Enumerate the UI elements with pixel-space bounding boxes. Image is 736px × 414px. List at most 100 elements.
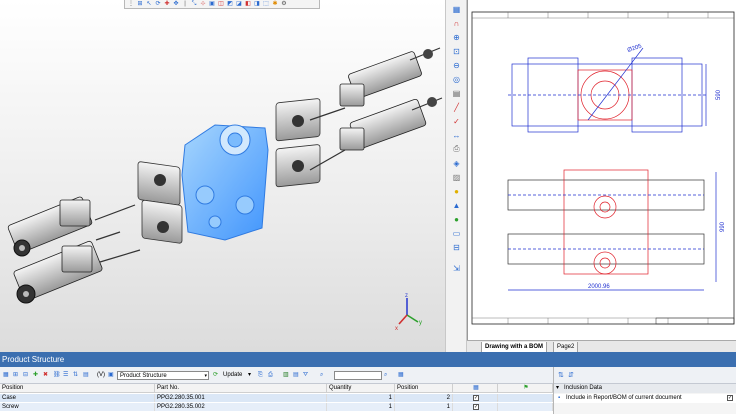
bom-icon[interactable]: ⊟	[450, 241, 463, 253]
front-view	[507, 169, 717, 291]
note-icon[interactable]: ●	[450, 185, 463, 197]
exploded-assembly-view: z y x	[7, 47, 443, 332]
column-header-include-icon[interactable]: ▦	[453, 384, 498, 393]
wireframe-icon[interactable]: ⬚	[262, 1, 270, 8]
table-row[interactable]: Case PPG2.280.35.001 1 2 ✓	[0, 394, 553, 402]
report-icon[interactable]: ▤	[293, 371, 299, 380]
settings-icon[interactable]: ⚙	[280, 1, 288, 8]
update-dropdown-icon[interactable]: ▾	[248, 371, 251, 380]
width-dimension: 2000.96	[588, 284, 610, 290]
zoom-out-icon[interactable]: ⊖	[450, 59, 463, 71]
add-icon[interactable]: ✚	[33, 371, 38, 380]
pan-icon[interactable]: ✥	[172, 1, 180, 8]
find-icon[interactable]: ⌕	[320, 371, 323, 380]
cube-red-icon[interactable]: ◫	[217, 1, 225, 8]
tree-icon[interactable]: ▦	[3, 371, 9, 380]
row-include-checkbox[interactable]: ✓	[453, 394, 498, 402]
row-name: Case	[0, 394, 155, 402]
delete-icon[interactable]: ✖	[43, 371, 48, 380]
cube-front-icon[interactable]: ▣	[208, 1, 216, 8]
property-row[interactable]: ▪ Include in Report/BOM of current docum…	[554, 394, 736, 403]
property-group[interactable]: ▾ Inclusion Data	[554, 384, 736, 393]
collapse-icon[interactable]: ⊟	[23, 371, 28, 380]
measure-icon[interactable]: ⊹	[199, 1, 207, 8]
height-dimension-bottom: 990	[720, 221, 726, 232]
row-part-no: PPG2.280.35.001	[155, 394, 327, 402]
column-header-position[interactable]: Position	[395, 384, 453, 393]
row-position[interactable]: 2	[395, 394, 453, 402]
axis-label-y: y	[419, 320, 422, 326]
height-dimension-top: 590	[716, 89, 722, 100]
rotate-icon[interactable]: ⟳	[154, 1, 162, 8]
table-icon[interactable]: ▦	[450, 3, 463, 15]
shade-icon[interactable]: ◨	[253, 1, 261, 8]
search-input[interactable]	[334, 371, 382, 380]
select-icon[interactable]: ↖	[145, 1, 153, 8]
layout-icon[interactable]: ▦	[398, 371, 404, 380]
row-position[interactable]: 1	[395, 403, 453, 411]
diameter-dimension: Ø205	[627, 43, 643, 53]
row-include-checkbox[interactable]: ✓	[453, 403, 498, 411]
technical-drawing: Ø205 590 2000.96 990	[471, 11, 735, 325]
dimension-icon[interactable]: ↔	[450, 129, 463, 141]
property-checkbox[interactable]: ✓	[727, 395, 733, 401]
list-icon[interactable]: ☰	[63, 371, 68, 380]
zoom-extents-icon[interactable]: ◎	[450, 73, 463, 85]
line-icon[interactable]: ╱	[450, 101, 463, 113]
print-icon[interactable]: ⎙	[450, 143, 463, 155]
view-toolbar: ⋮ ⊞ ↖ ⟳ ✚ ✥ | ⤡ ⊹ ▣ ◫ ◩ ◪ ◧ ◨ ⬚ ✱ ⚙	[124, 0, 320, 9]
sort-icon[interactable]: ⇅	[73, 371, 78, 380]
export-icon[interactable]: ⇲	[450, 262, 463, 274]
zoom-in-icon[interactable]: ⊕	[450, 31, 463, 43]
property-label: Include in Report/BOM of current documen…	[566, 395, 682, 401]
collapse-icon[interactable]: ▾	[556, 384, 559, 393]
expand-icon[interactable]: ⊞	[13, 371, 18, 380]
row-quantity[interactable]: 1	[327, 394, 395, 402]
sort-alpha-icon[interactable]: ⇵	[568, 371, 574, 379]
magnet-icon[interactable]: ∩	[450, 17, 463, 29]
row-quantity[interactable]: 1	[327, 403, 395, 411]
search-icon[interactable]: ⌕	[384, 371, 387, 380]
column-header-quantity[interactable]: Quantity	[327, 384, 395, 393]
section-icon[interactable]: ◧	[244, 1, 252, 8]
axis-icon[interactable]: ⤡	[190, 1, 198, 8]
light-icon[interactable]: ✱	[271, 1, 279, 8]
update-icon[interactable]: ⟳	[213, 371, 218, 380]
structure-select[interactable]: Product Structure ▾	[117, 371, 209, 380]
column-header-part-no[interactable]: Part No.	[155, 384, 327, 393]
check-icon[interactable]: ✓	[450, 115, 463, 127]
frame-icon[interactable]: ▭	[450, 227, 463, 239]
hatch-icon[interactable]: ▨	[450, 171, 463, 183]
product-structure-toolbar: ▦ ⊞ ⊟ ✚ ✖ ⛓ ☰ ⇅ ▤ (V) ▣ Product Structur…	[0, 367, 553, 384]
title-block	[655, 317, 735, 325]
3d-viewport[interactable]: z y x	[0, 0, 445, 352]
properties-toolbar: ⇅ ⇵	[554, 367, 736, 384]
color-icon[interactable]: ●	[450, 213, 463, 225]
drawing-tools-toolbar: ▦ ∩ ⊕ ⊡ ⊖ ◎ ▤ ╱ ✓ ↔ ⎙ ◈ ▨ ● ▲ ● ▭ ⊟ ⇲	[445, 0, 467, 352]
top-view	[508, 47, 708, 133]
sort-icon[interactable]: ⇅	[558, 371, 564, 379]
column-header-name[interactable]: Position	[0, 384, 155, 393]
row-flag	[498, 394, 553, 402]
link-icon[interactable]: ⛓	[53, 371, 61, 380]
excel-icon[interactable]: ▥	[283, 371, 289, 380]
zoom-window-icon[interactable]: ⊡	[450, 45, 463, 57]
table-row[interactable]: Screw PPG2.280.35.002 1 1 ✓	[0, 403, 553, 411]
layer-icon[interactable]: ▤	[450, 87, 463, 99]
chevron-down-icon: ▾	[204, 373, 207, 379]
symbol-icon[interactable]: ▲	[450, 199, 463, 211]
column-header-flag-icon[interactable]: ⚑	[498, 384, 553, 393]
drawing-sheet[interactable]: Ø205 590 2000.96 990	[467, 0, 736, 340]
plus-icon[interactable]: ✚	[163, 1, 171, 8]
cube-iso-icon[interactable]: ◩	[226, 1, 234, 8]
filter-label[interactable]: (V)	[97, 371, 105, 380]
filter-icon[interactable]: ⛛	[303, 371, 308, 380]
cube-top-icon[interactable]: ◪	[235, 1, 243, 8]
zoom-fit-icon[interactable]: ⊞	[136, 1, 144, 8]
export-icon[interactable]: ⎘	[258, 371, 263, 380]
view-icon[interactable]: ◈	[450, 157, 463, 169]
update-button[interactable]: Update	[223, 371, 242, 380]
axis-triad	[398, 298, 419, 325]
table-view-icon[interactable]: ▤	[83, 371, 89, 380]
print-icon[interactable]: ⎙	[268, 371, 273, 380]
